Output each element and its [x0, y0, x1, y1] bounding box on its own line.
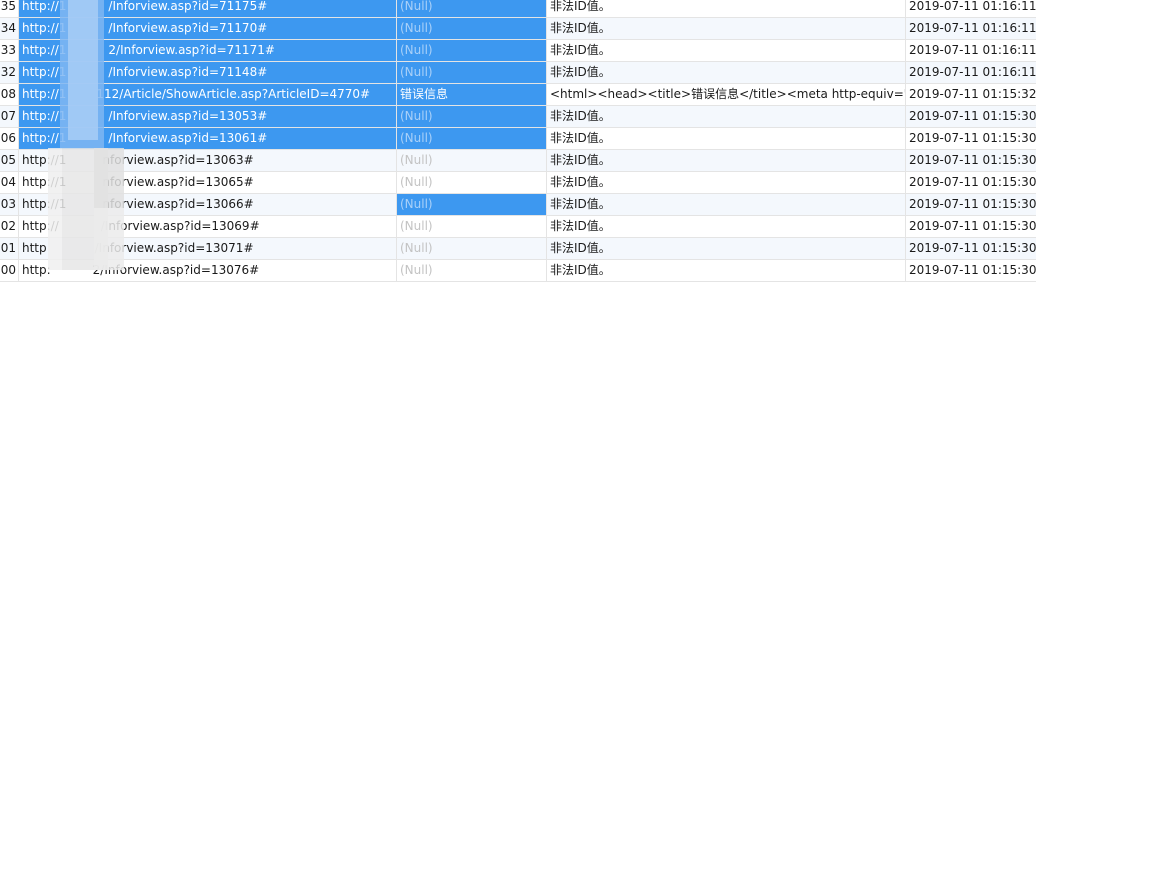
- row-id-cell[interactable]: 08: [0, 84, 19, 105]
- response-body-cell[interactable]: <html><head><title>错误信息</title><meta htt…: [547, 84, 906, 105]
- table-row[interactable]: 03 http://1 nforview.asp?id=13066# (Null) 非…: [0, 194, 1036, 216]
- message-cell[interactable]: (Null): [397, 18, 547, 39]
- url-cell[interactable]: http://1 /Inforview.asp?id=71148#: [19, 62, 397, 83]
- url-cell[interactable]: http://1 /Inforview.asp?id=71170#: [19, 18, 397, 39]
- row-id-cell[interactable]: 34: [0, 18, 19, 39]
- row-id-cell[interactable]: 35: [0, 0, 19, 17]
- timestamp-cell[interactable]: 2019-07-11 01:16:11: [906, 62, 1036, 83]
- url-cell[interactable]: http://1 /Inforview.asp?id=71175#: [19, 0, 397, 17]
- message-cell[interactable]: 错误信息: [397, 84, 547, 105]
- table-row[interactable]: 35 http://1 /Inforview.asp?id=71175# (Null…: [0, 0, 1036, 18]
- message-cell[interactable]: (Null): [397, 106, 547, 127]
- table-row[interactable]: 34 http://1 /Inforview.asp?id=71170# (Null…: [0, 18, 1036, 40]
- row-id-cell[interactable]: 04: [0, 172, 19, 193]
- timestamp-cell[interactable]: 2019-07-11 01:16:11: [906, 40, 1036, 61]
- message-cell[interactable]: (Null): [397, 238, 547, 259]
- url-cell[interactable]: http://1 nforview.asp?id=13065#: [19, 172, 397, 193]
- timestamp-cell[interactable]: 2019-07-11 01:15:30: [906, 150, 1036, 171]
- response-body-cell[interactable]: 非法ID值。: [547, 172, 906, 193]
- message-cell[interactable]: (Null): [397, 194, 547, 215]
- url-cell[interactable]: http: 2/Inforview.asp?id=13076#: [19, 260, 397, 281]
- table-row[interactable]: 32 http://1 /Inforview.asp?id=71148# (Null…: [0, 62, 1036, 84]
- timestamp-cell[interactable]: 2019-07-11 01:15:30: [906, 172, 1036, 193]
- timestamp-cell[interactable]: 2019-07-11 01:16:11: [906, 0, 1036, 17]
- url-cell[interactable]: http://1 /Inforview.asp?id=13053#: [19, 106, 397, 127]
- url-cell[interactable]: http://1 2/Inforview.asp?id=71171#: [19, 40, 397, 61]
- response-body-cell[interactable]: 非法ID值。: [547, 62, 906, 83]
- table-row[interactable]: 04 http://1 nforview.asp?id=13065# (Null) 非…: [0, 172, 1036, 194]
- message-cell[interactable]: (Null): [397, 40, 547, 61]
- message-cell[interactable]: (Null): [397, 0, 547, 17]
- url-cell[interactable]: http://1 /Inforview.asp?id=13061#: [19, 128, 397, 149]
- response-body-cell[interactable]: 非法ID值。: [547, 238, 906, 259]
- message-cell[interactable]: (Null): [397, 260, 547, 281]
- response-body-cell[interactable]: 非法ID值。: [547, 106, 906, 127]
- response-body-cell[interactable]: 非法ID值。: [547, 40, 906, 61]
- response-body-cell[interactable]: 非法ID值。: [547, 260, 906, 281]
- row-id-cell[interactable]: 06: [0, 128, 19, 149]
- row-id-cell[interactable]: 07: [0, 106, 19, 127]
- table-row[interactable]: 33 http://1 2/Inforview.asp?id=71171# (Nul…: [0, 40, 1036, 62]
- message-cell[interactable]: (Null): [397, 128, 547, 149]
- url-cell[interactable]: http://1 nforview.asp?id=13063#: [19, 150, 397, 171]
- message-cell[interactable]: (Null): [397, 172, 547, 193]
- table-row[interactable]: 02 http:// /Inforview.asp?id=13069# (Null)…: [0, 216, 1036, 238]
- response-body-cell[interactable]: 非法ID值。: [547, 216, 906, 237]
- row-id-cell[interactable]: 01: [0, 238, 19, 259]
- table-row[interactable]: 00 http: 2/Inforview.asp?id=13076# (Null) 非…: [0, 260, 1036, 282]
- timestamp-cell[interactable]: 2019-07-11 01:15:30: [906, 238, 1036, 259]
- table-row[interactable]: 08 http://1 112/Article/ShowArticle.asp?A…: [0, 84, 1036, 106]
- timestamp-cell[interactable]: 2019-07-11 01:16:11: [906, 18, 1036, 39]
- timestamp-cell[interactable]: 2019-07-11 01:15:30: [906, 128, 1036, 149]
- response-body-cell[interactable]: 非法ID值。: [547, 150, 906, 171]
- table-row[interactable]: 01 http /Inforview.asp?id=13071# (Null) 非法I…: [0, 238, 1036, 260]
- row-id-cell[interactable]: 33: [0, 40, 19, 61]
- message-cell[interactable]: (Null): [397, 216, 547, 237]
- timestamp-cell[interactable]: 2019-07-11 01:15:30: [906, 216, 1036, 237]
- table-row[interactable]: 07 http://1 /Inforview.asp?id=13053# (Null…: [0, 106, 1036, 128]
- row-id-cell[interactable]: 03: [0, 194, 19, 215]
- timestamp-cell[interactable]: 2019-07-11 01:15:30: [906, 194, 1036, 215]
- table-row[interactable]: 06 http://1 /Inforview.asp?id=13061# (Null…: [0, 128, 1036, 150]
- message-cell[interactable]: (Null): [397, 62, 547, 83]
- timestamp-cell[interactable]: 2019-07-11 01:15:30: [906, 106, 1036, 127]
- url-cell[interactable]: http://1 nforview.asp?id=13066#: [19, 194, 397, 215]
- results-grid: 35 http://1 /Inforview.asp?id=71175# (Null…: [0, 0, 1036, 282]
- response-body-cell[interactable]: 非法ID值。: [547, 18, 906, 39]
- message-cell[interactable]: (Null): [397, 150, 547, 171]
- url-cell[interactable]: http:// /Inforview.asp?id=13069#: [19, 216, 397, 237]
- response-body-cell[interactable]: 非法ID值。: [547, 0, 906, 17]
- response-body-cell[interactable]: 非法ID值。: [547, 128, 906, 149]
- row-id-cell[interactable]: 05: [0, 150, 19, 171]
- table-row[interactable]: 05 http://1 nforview.asp?id=13063# (Null) 非…: [0, 150, 1036, 172]
- row-id-cell[interactable]: 02: [0, 216, 19, 237]
- url-cell[interactable]: http /Inforview.asp?id=13071#: [19, 238, 397, 259]
- row-id-cell[interactable]: 32: [0, 62, 19, 83]
- timestamp-cell[interactable]: 2019-07-11 01:15:32: [906, 84, 1036, 105]
- response-body-cell[interactable]: 非法ID值。: [547, 194, 906, 215]
- row-id-cell[interactable]: 00: [0, 260, 19, 281]
- timestamp-cell[interactable]: 2019-07-11 01:15:30: [906, 260, 1036, 281]
- url-cell[interactable]: http://1 112/Article/ShowArticle.asp?Art…: [19, 84, 397, 105]
